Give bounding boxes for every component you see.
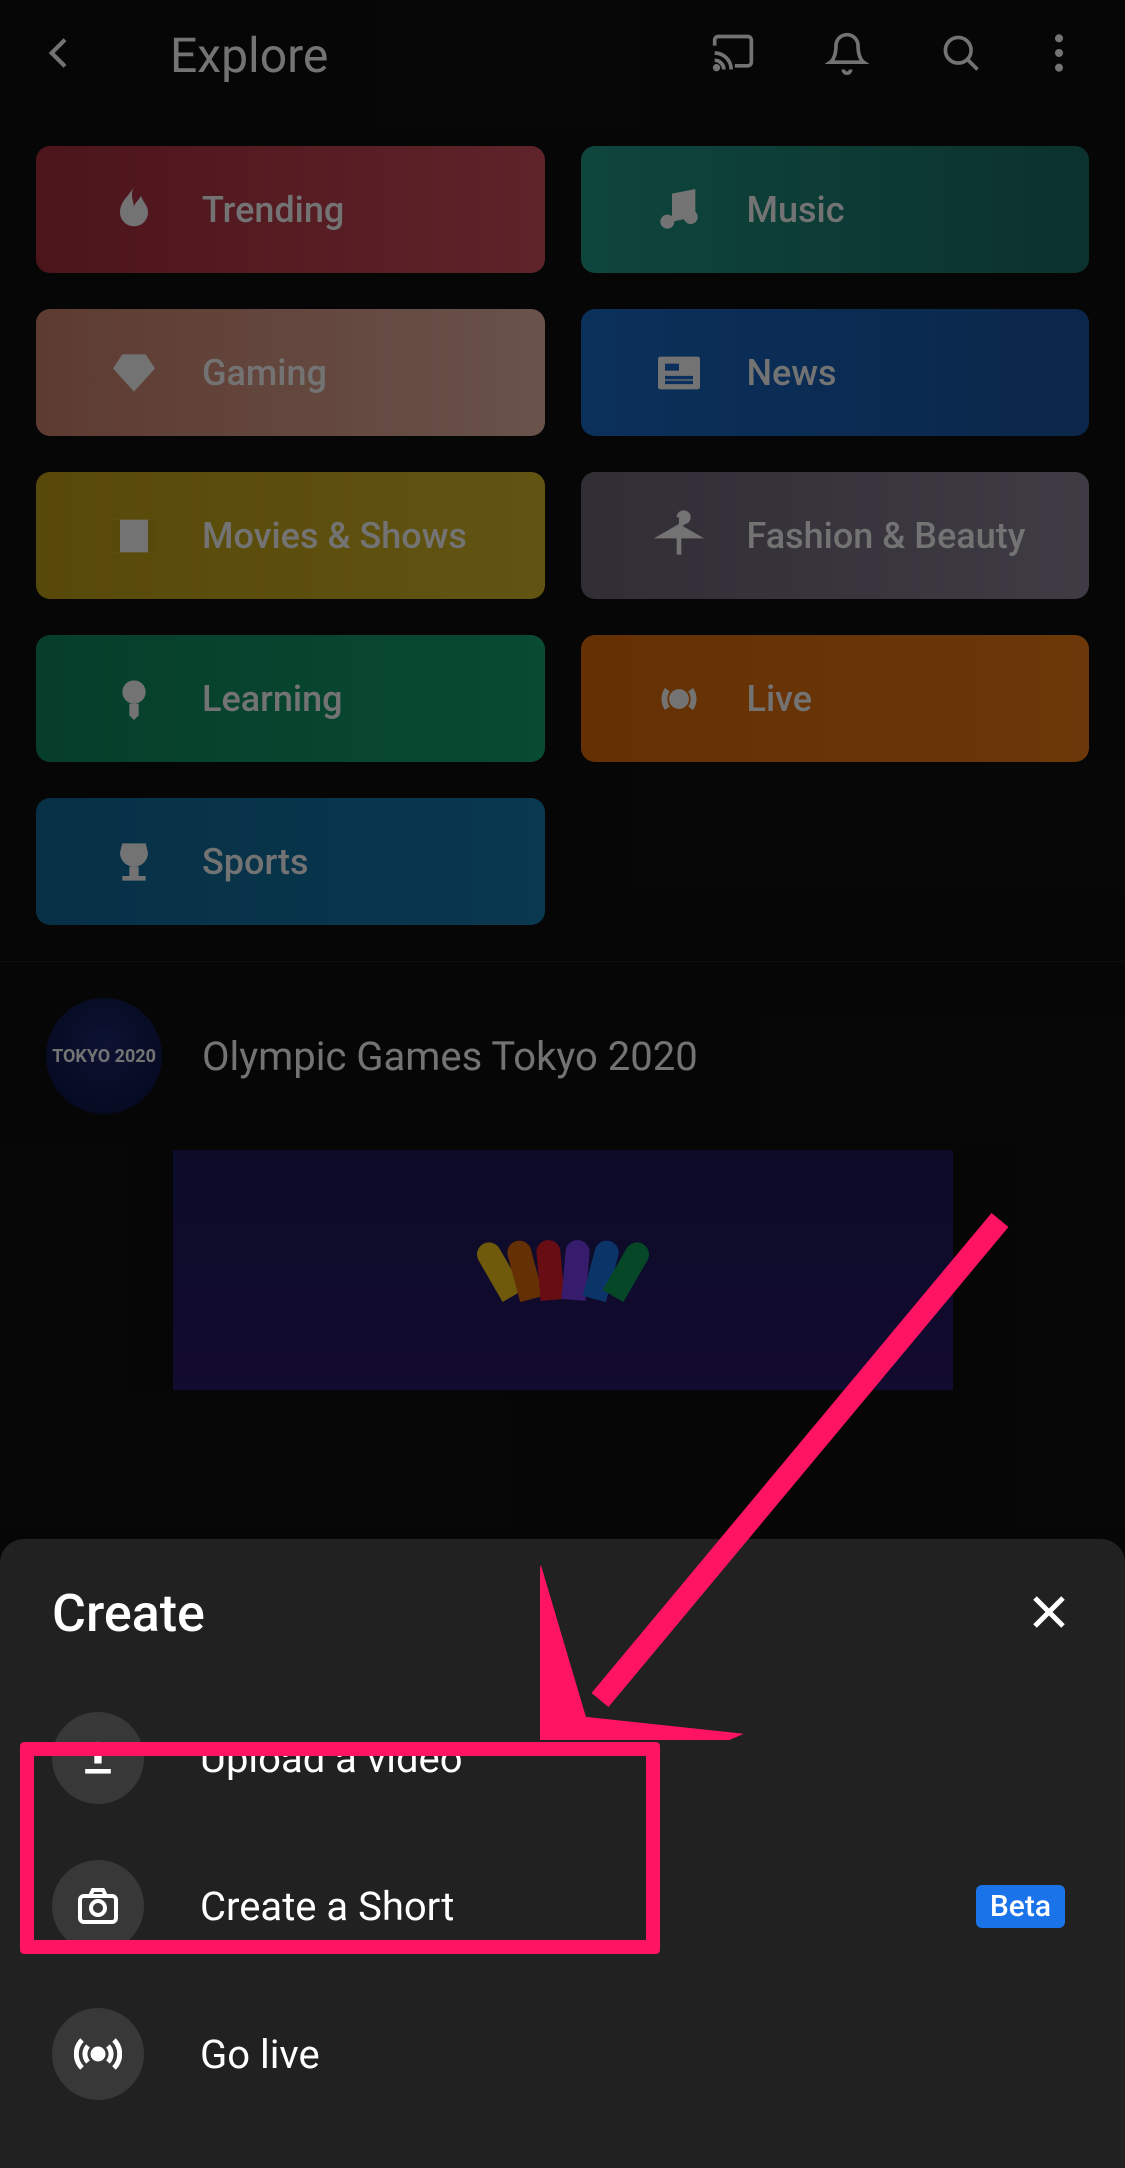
live-icon (52, 2008, 144, 2100)
category-label: Music (747, 189, 845, 231)
category-label: Trending (202, 189, 344, 231)
category-card-sports[interactable]: Sports (36, 798, 545, 925)
topbar-actions (711, 31, 1065, 79)
category-card-movies[interactable]: Movies & Shows (36, 472, 545, 599)
create-sheet: Create Upload a video Create a Short Bet… (0, 1539, 1125, 2168)
sheet-item-label: Go live (200, 2031, 320, 2078)
channel-avatar: TOKYO 2020 (46, 998, 162, 1114)
category-label: Learning (202, 678, 343, 720)
channel-row[interactable]: TOKYO 2020 Olympic Games Tokyo 2020 (0, 961, 1125, 1150)
video-thumbnail[interactable] (173, 1150, 953, 1390)
category-label: News (747, 352, 837, 394)
more-icon[interactable] (1053, 31, 1065, 79)
category-card-live[interactable]: Live (581, 635, 1090, 762)
beta-badge: Beta (976, 1885, 1065, 1928)
category-card-learning[interactable]: Learning (36, 635, 545, 762)
close-button[interactable] (1025, 1588, 1073, 1640)
sheet-item-go-live[interactable]: Go live (0, 1980, 1125, 2128)
category-label: Sports (202, 841, 309, 883)
sheet-header: Create (0, 1583, 1125, 1684)
category-card-gaming[interactable]: Gaming (36, 309, 545, 436)
category-label: Live (747, 678, 813, 720)
camera-icon (52, 1860, 144, 1952)
topbar: Explore (0, 0, 1125, 110)
sheet-item-upload-video[interactable]: Upload a video (0, 1684, 1125, 1832)
search-icon[interactable] (939, 31, 983, 79)
sheet-title: Create (52, 1583, 205, 1644)
category-label: Movies & Shows (202, 515, 467, 557)
category-card-fashion[interactable]: Fashion & Beauty (581, 472, 1090, 599)
sheet-item-label: Upload a video (200, 1735, 463, 1782)
upload-icon (52, 1712, 144, 1804)
sheet-item-label: Create a Short (200, 1883, 454, 1930)
category-card-music[interactable]: Music (581, 146, 1090, 273)
category-label: Fashion & Beauty (747, 515, 1026, 557)
page-title: Explore (170, 27, 671, 84)
channel-name: Olympic Games Tokyo 2020 (202, 1033, 698, 1080)
category-label: Gaming (202, 352, 327, 394)
nbc-logo-icon (486, 1240, 640, 1300)
category-grid: Trending Music Gaming News Movies & Show… (0, 110, 1125, 961)
sheet-item-create-short[interactable]: Create a Short Beta (0, 1832, 1125, 1980)
cast-icon[interactable] (711, 31, 755, 79)
category-card-news[interactable]: News (581, 309, 1090, 436)
category-card-trending[interactable]: Trending (36, 146, 545, 273)
notifications-icon[interactable] (825, 31, 869, 79)
avatar-text: TOKYO 2020 (52, 1046, 156, 1067)
back-button[interactable] (40, 33, 80, 77)
